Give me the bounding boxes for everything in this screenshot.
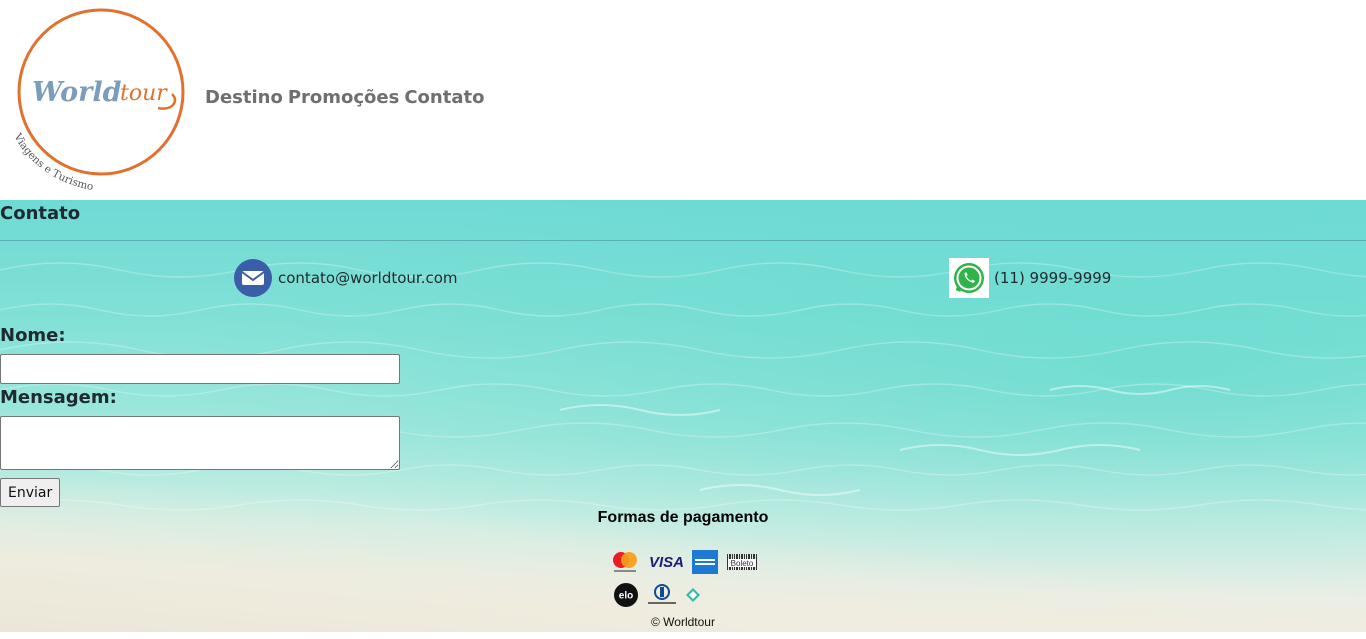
payment-row-1: VISA Boleto: [610, 550, 758, 574]
diners-club-icon: [648, 584, 676, 604]
site-header: World tour Viagens e Turismo Destino Pro…: [0, 0, 1366, 200]
contact-section: Contato contato@worldtour.com (11) 9999-…: [0, 200, 1366, 632]
main-nav: Destino Promoções Contato: [205, 87, 484, 108]
envelope-icon: [234, 259, 272, 297]
svg-text:VISA: VISA: [649, 554, 684, 571]
svg-text:Boleto: Boleto: [731, 559, 754, 568]
mastercard-icon: [613, 552, 637, 572]
whatsapp-icon: [949, 258, 989, 298]
nav-destino[interactable]: Destino: [205, 87, 283, 108]
svg-text:Viagens e Turismo: Viagens e Turismo: [12, 131, 94, 194]
amex-icon: [692, 550, 718, 574]
contact-phone: (11) 9999-9999: [949, 258, 1111, 298]
divider: [0, 240, 1366, 241]
payment-row-2: elo: [614, 583, 700, 607]
email-text[interactable]: contato@worldtour.com: [278, 269, 458, 287]
phone-text[interactable]: (11) 9999-9999: [994, 269, 1111, 287]
message-label: Mensagem:: [0, 387, 117, 408]
copyright: © Worldtour: [651, 615, 715, 629]
elo-icon: elo: [614, 583, 638, 607]
visa-icon: VISA: [649, 554, 684, 571]
payment-title: Formas de pagamento: [597, 509, 769, 526]
contact-form: Nome: Mensagem:: [0, 324, 402, 470]
svg-text:elo: elo: [619, 591, 633, 602]
message-textarea[interactable]: [0, 416, 400, 470]
worldtour-logo[interactable]: World tour Viagens e Turismo: [12, 8, 192, 196]
section-title: Contato: [0, 203, 81, 224]
name-input[interactable]: [0, 354, 400, 384]
svg-text:tour: tour: [120, 81, 168, 106]
submit-button[interactable]: Enviar: [0, 478, 61, 507]
boleto-icon: Boleto: [727, 554, 757, 570]
name-label: Nome:: [0, 325, 66, 346]
nav-promocoes[interactable]: Promoções: [288, 87, 400, 108]
contact-email: contato@worldtour.com: [234, 259, 458, 297]
svg-text:World: World: [32, 77, 122, 108]
nav-contato[interactable]: Contato: [404, 87, 484, 108]
pix-icon: [686, 588, 700, 602]
